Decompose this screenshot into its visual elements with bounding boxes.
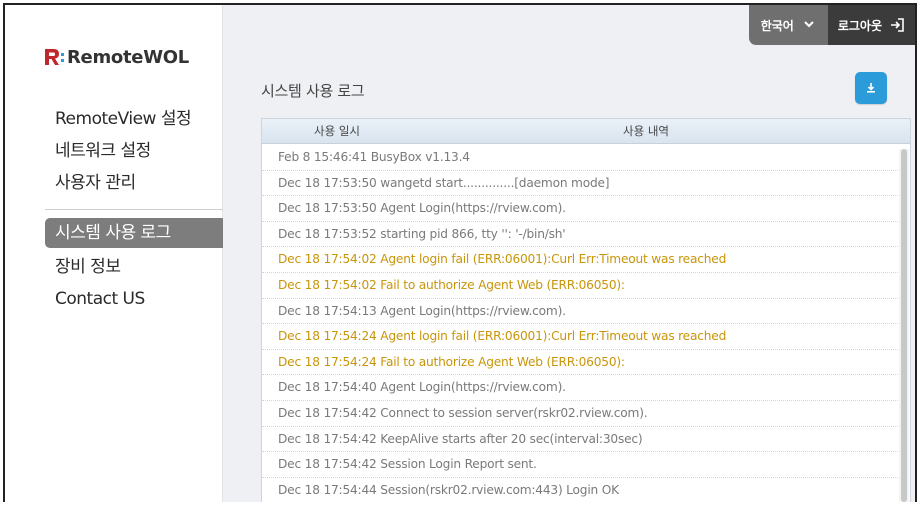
log-table: 사용 일시 사용 내역 Feb 8 15:46:41 BusyBox v1.13…	[261, 118, 911, 502]
main-content: 한국어 로그아웃 시스템 사용 로그 사용 일시 사용 내역 Feb 8 15:…	[223, 5, 915, 502]
column-header-time[interactable]: 사용 일시	[262, 119, 412, 143]
topbar: 한국어 로그아웃	[748, 5, 915, 45]
sidebar-item-system-log[interactable]: 시스템 사용 로그	[45, 218, 223, 248]
table-row: Dec 18 17:54:02 Fail to authorize Agent …	[262, 273, 898, 299]
table-row: Dec 18 17:54:42 Connect to session serve…	[262, 401, 898, 427]
language-selector[interactable]: 한국어	[748, 5, 828, 45]
sidebar-item-user-management[interactable]: 사용자 관리	[5, 167, 223, 199]
sidebar-item-device-info[interactable]: 장비 정보	[5, 251, 223, 283]
sidebar: RemoteWOL RemoteView 설정 네트워크 설정 사용자 관리 시…	[5, 5, 223, 502]
brand-name: RemoteWOL	[67, 46, 189, 68]
logout-button[interactable]: 로그아웃	[827, 5, 915, 45]
column-header-message[interactable]: 사용 내역	[412, 119, 910, 143]
table-row: Dec 18 17:53:50 Agent Login(https://rvie…	[262, 196, 898, 222]
table-row: Dec 18 17:54:42 Session Login Report sen…	[262, 452, 898, 478]
menu-divider	[45, 209, 223, 210]
app-frame: RemoteWOL RemoteView 설정 네트워크 설정 사용자 관리 시…	[3, 3, 917, 502]
table-row: Dec 18 17:53:50 wangetd start...........…	[262, 171, 898, 197]
table-row: Dec 18 17:54:24 Agent login fail (ERR:06…	[262, 324, 898, 350]
chevron-down-icon	[804, 20, 814, 31]
table-row: Dec 18 17:54:42 KeepAlive starts after 2…	[262, 427, 898, 453]
download-icon	[867, 83, 875, 93]
table-row: Dec 18 17:54:40 Agent Login(https://rvie…	[262, 375, 898, 401]
sidebar-item-remoteview-settings[interactable]: RemoteView 설정	[5, 103, 223, 135]
table-row: Dec 18 17:54:44 Session(rskr02.rview.com…	[262, 478, 898, 502]
download-button[interactable]	[855, 72, 887, 104]
sidebar-menu: RemoteView 설정 네트워크 설정 사용자 관리 시스템 사용 로그 장…	[5, 103, 223, 315]
sidebar-item-network-settings[interactable]: 네트워크 설정	[5, 135, 223, 167]
log-table-header: 사용 일시 사용 내역	[262, 119, 910, 144]
log-table-body: Feb 8 15:46:41 BusyBox v1.13.4 Dec 18 17:…	[262, 145, 898, 502]
scrollbar-thumb[interactable]	[901, 149, 907, 502]
scrollbar[interactable]	[899, 149, 909, 502]
logout-label: 로그아웃	[837, 18, 882, 33]
table-row: Dec 18 17:54:02 Agent login fail (ERR:06…	[262, 247, 898, 273]
language-label: 한국어	[760, 18, 794, 33]
table-row: Dec 18 17:54:24 Fail to authorize Agent …	[262, 350, 898, 376]
table-row: Feb 8 15:46:41 BusyBox v1.13.4	[262, 145, 898, 171]
logout-icon	[891, 18, 904, 32]
table-row: Dec 18 17:54:13 Agent Login(https://rvie…	[262, 299, 898, 325]
table-row: Dec 18 17:53:52 starting pid 866, tty ''…	[262, 222, 898, 248]
page-title: 시스템 사용 로그	[261, 82, 365, 100]
logo: RemoteWOL	[43, 45, 189, 69]
logo-mark-icon	[45, 49, 64, 65]
sidebar-item-contact-us[interactable]: Contact US	[5, 283, 223, 315]
